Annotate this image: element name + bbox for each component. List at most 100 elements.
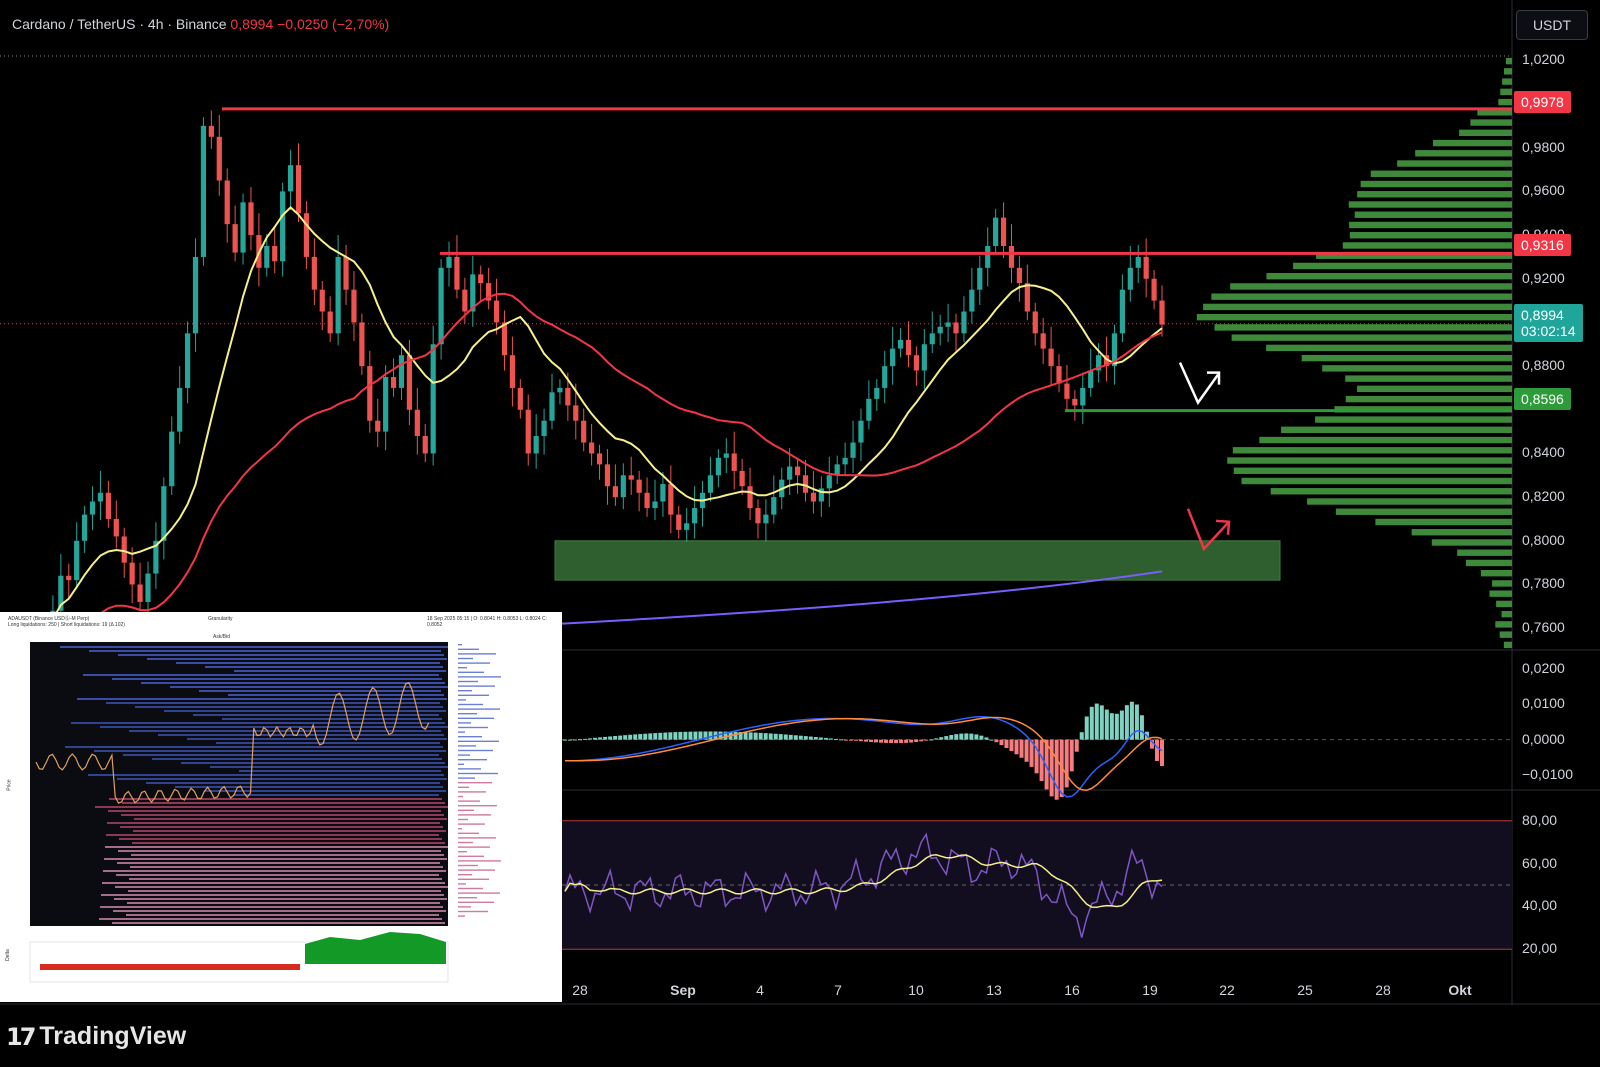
volume-profile-bar — [1349, 232, 1512, 239]
inset-y-label: Price — [6, 779, 13, 791]
macd-histogram-bar — [788, 734, 793, 740]
macd-histogram-bar — [869, 739, 874, 743]
inset-control-granularity[interactable]: Granularity — [208, 616, 232, 622]
inset-profile-bar — [458, 676, 501, 678]
macd-histogram-bar — [583, 738, 588, 740]
candle — [913, 355, 920, 371]
inset-profile-bar — [458, 782, 492, 784]
macd-histogram-bar — [964, 733, 969, 740]
macd-histogram-bar — [1094, 703, 1099, 740]
candle — [866, 398, 872, 421]
candle — [573, 405, 579, 421]
volume-profile-bar — [1231, 334, 1512, 341]
macd-histogram-bar — [1079, 732, 1084, 740]
support-badge: 0,8596 — [1514, 388, 1571, 410]
currency-button[interactable]: USDT — [1516, 10, 1588, 40]
macd-histogram-bar — [663, 732, 668, 740]
candle — [1032, 311, 1038, 334]
inset-liquidation-band — [83, 674, 439, 676]
inset-profile-bar — [458, 731, 465, 733]
inset-liquidation-band — [115, 886, 448, 888]
candle — [105, 492, 111, 519]
macd-histogram-bar — [984, 737, 989, 740]
last-price: 0,8994 — [230, 16, 274, 32]
candle — [406, 355, 413, 410]
inset-liquidation-band — [234, 670, 446, 672]
inset-liquidation-band — [117, 862, 440, 864]
candle — [953, 322, 959, 334]
volume-profile-bar — [1370, 170, 1512, 177]
tradingview-wordmark: TradingView — [39, 1022, 187, 1050]
inset-liquidation-band — [95, 806, 448, 808]
macd-histogram-bar — [638, 734, 643, 740]
candle — [890, 348, 896, 367]
rsi-axis-tick: 60,00 — [1522, 854, 1558, 871]
volume-profile-bar — [1492, 580, 1512, 587]
macd-histogram-bar — [919, 739, 924, 742]
inset-ohlc-info: 18 Sep 2025 05:15 | O: 0.8041 H: 0.8053 … — [427, 616, 547, 628]
inset-profile-bar — [458, 795, 463, 798]
candle — [565, 387, 571, 406]
macd-histogram-bar — [753, 732, 758, 740]
candle — [454, 256, 460, 290]
volume-profile-bar — [1214, 324, 1512, 331]
macd-histogram-bar — [1064, 739, 1069, 788]
candle — [897, 339, 904, 349]
candle — [414, 409, 420, 436]
macd-histogram-bar — [708, 731, 713, 740]
symbol-label[interactable]: Cardano / TetherUS · 4h · Binance — [12, 16, 227, 32]
volume-profile-bar — [1459, 129, 1512, 137]
candle — [501, 322, 508, 356]
candle — [232, 224, 238, 253]
candle — [977, 267, 983, 290]
candle — [177, 387, 183, 432]
candle — [850, 442, 856, 458]
inset-profile-bar — [458, 680, 478, 683]
macd-histogram-bar — [628, 734, 633, 740]
candle — [874, 387, 880, 399]
macd-histogram-bar — [808, 736, 813, 740]
volume-profile-bar — [1281, 426, 1512, 434]
tradingview-logo-icon: 17 — [6, 1022, 36, 1051]
macd-histogram-bar — [1114, 713, 1119, 740]
macd-histogram-bar — [798, 735, 803, 740]
inset-profile-bar — [458, 805, 497, 807]
macd-histogram-bar — [1009, 739, 1014, 752]
inset-liquidation-band — [112, 678, 442, 680]
volume-profile-bar — [1227, 457, 1512, 464]
volume-profile-bar — [1357, 385, 1512, 393]
inset-liquidation-band — [106, 702, 440, 704]
inset-profile-bar — [458, 897, 477, 899]
inset-liquidation-band — [233, 794, 439, 796]
macd-histogram-bar — [568, 739, 573, 741]
candle — [612, 486, 618, 498]
macd-histogram-bar — [653, 733, 658, 740]
inset-profile-bar — [458, 851, 467, 853]
candle — [1151, 278, 1157, 301]
candle — [1000, 217, 1007, 246]
macd-histogram-bar — [643, 733, 648, 740]
inset-profile-bar — [458, 910, 488, 913]
macd-histogram-bar — [768, 733, 773, 740]
macd-histogram-bar — [1160, 739, 1164, 767]
macd-histogram-bar — [603, 736, 608, 740]
inset-liquidation-band — [210, 766, 448, 768]
macd-histogram-bar — [1119, 710, 1124, 740]
macd-histogram-bar — [1054, 739, 1059, 800]
candle — [787, 466, 793, 480]
inset-profile-bar — [458, 768, 481, 770]
candle — [905, 339, 912, 356]
candle — [525, 409, 531, 454]
macd-histogram-bar — [1124, 705, 1129, 740]
candle — [771, 497, 777, 515]
inset-liquidation-band — [170, 686, 448, 688]
candle — [295, 165, 302, 214]
inset-profile-bar — [458, 915, 465, 917]
inset-profile-bar — [458, 818, 468, 821]
candle — [1119, 289, 1125, 334]
inset-liquidation-band — [118, 850, 441, 852]
inset-control-askbid[interactable]: Ask/Bid — [213, 634, 230, 640]
tradingview-logo[interactable]: 17 TradingView — [6, 1022, 186, 1051]
inset-profile-bar — [458, 667, 467, 669]
inset-profile-bar — [458, 722, 471, 724]
